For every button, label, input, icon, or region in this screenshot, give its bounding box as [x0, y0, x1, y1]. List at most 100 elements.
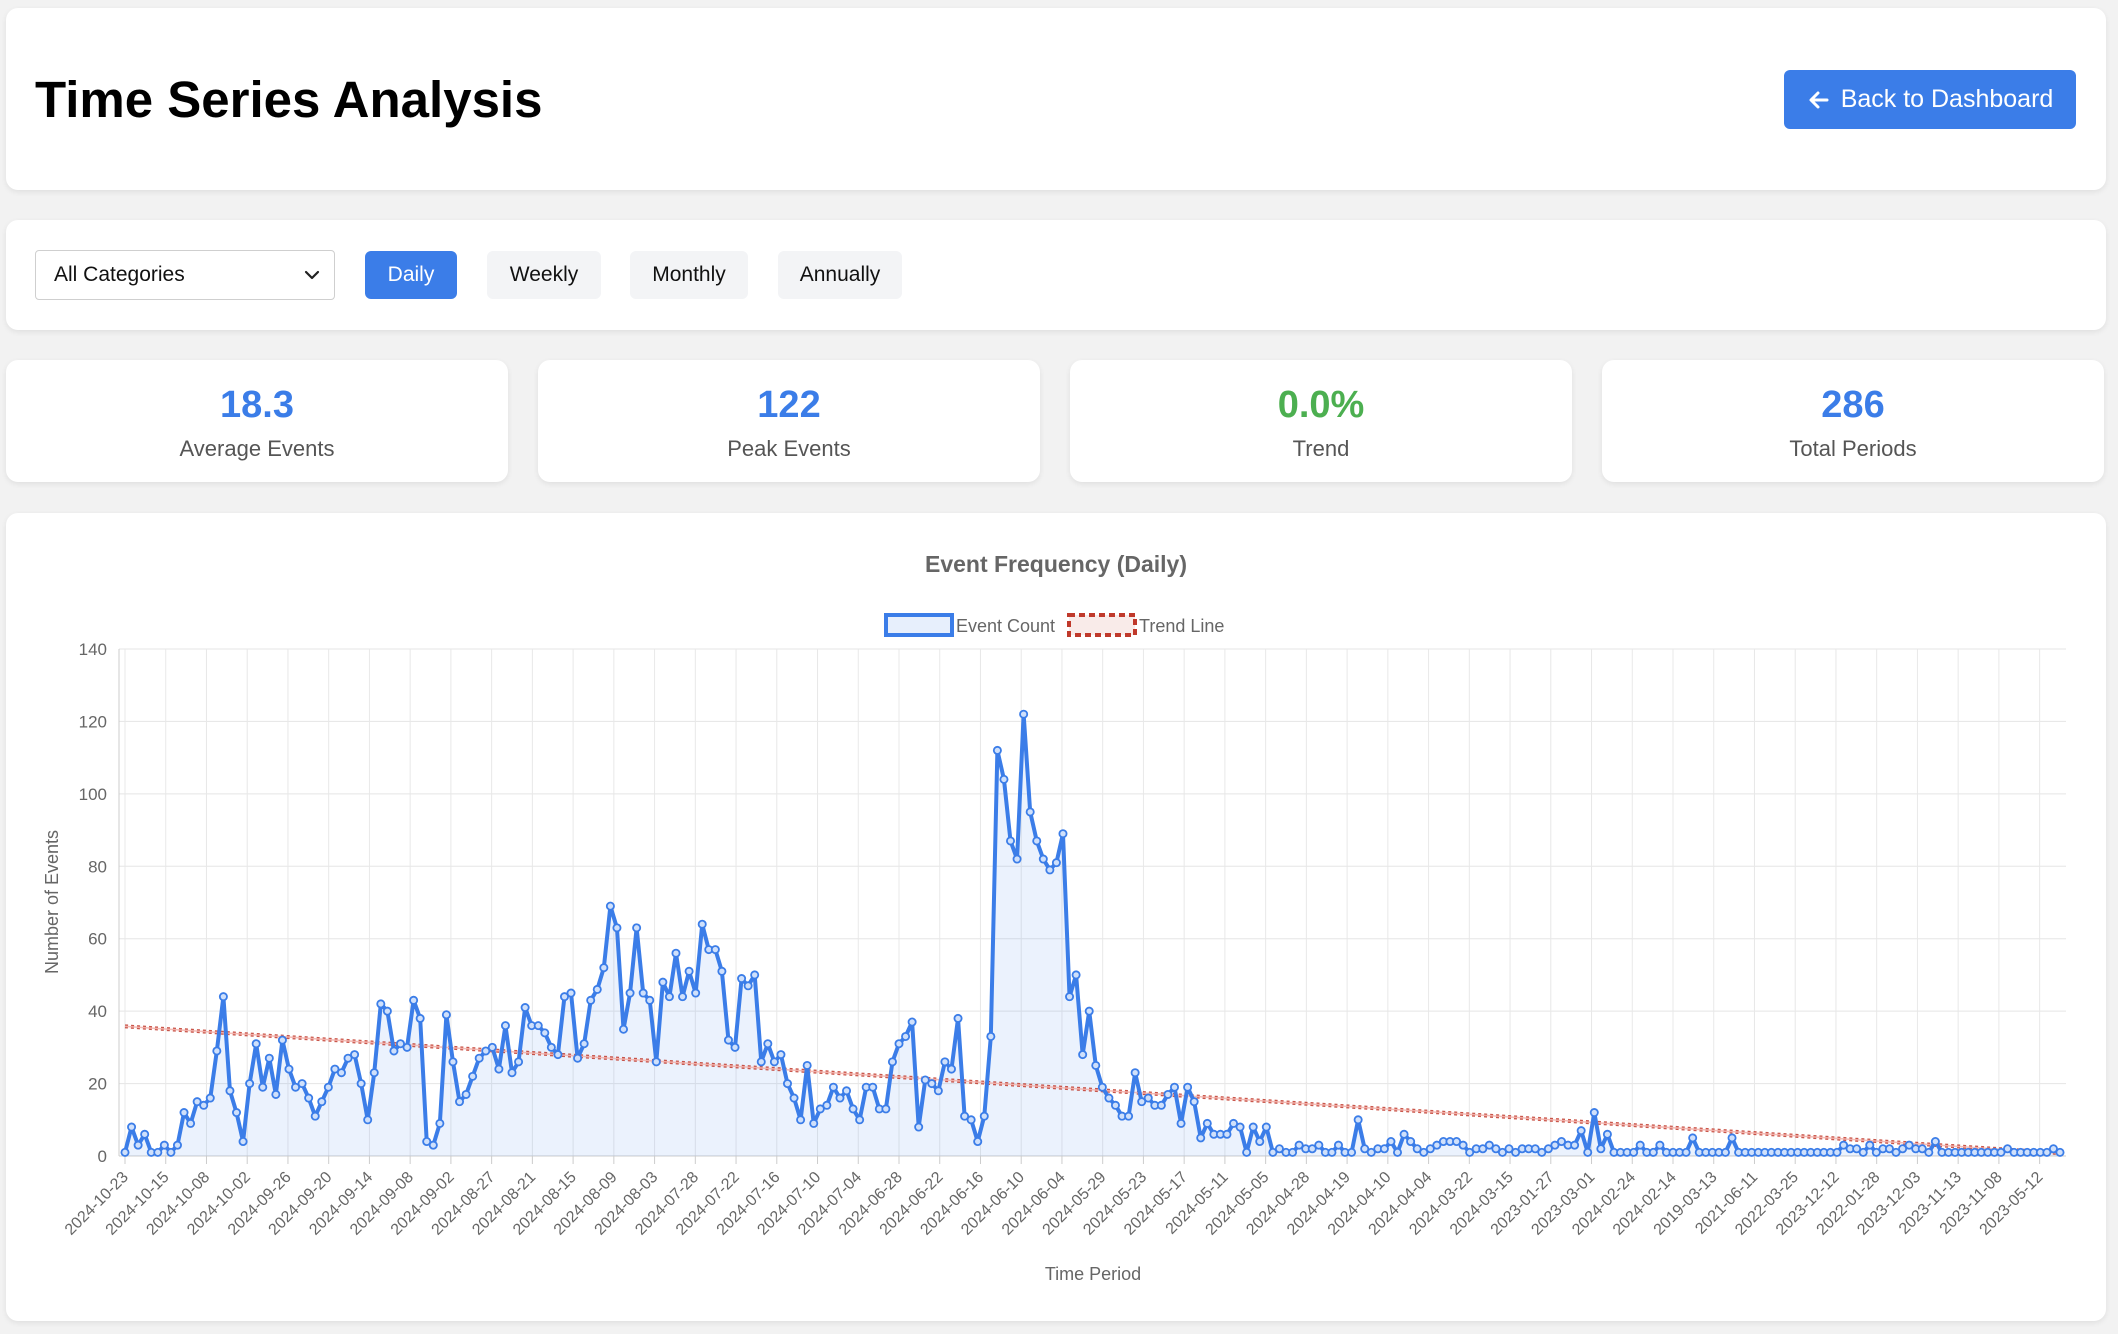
stat-value: 18.3: [220, 384, 294, 426]
stat-card-total-periods: 286 Total Periods: [1602, 360, 2104, 482]
data-point: [1235, 1122, 1245, 1132]
monthly-button[interactable]: Monthly: [630, 251, 748, 299]
data-point: [822, 1100, 832, 1110]
data-point: [927, 1079, 937, 1089]
data-point: [894, 1039, 904, 1049]
data-point: [323, 1082, 333, 1092]
data-point: [684, 966, 694, 976]
x-axis-title: Time Period: [1045, 1264, 1141, 1284]
data-point: [494, 1064, 504, 1074]
stat-value: 122: [757, 384, 821, 426]
weekly-button[interactable]: Weekly: [487, 251, 601, 299]
data-point: [1084, 1006, 1094, 1016]
y-tick-label: 60: [88, 930, 107, 949]
data-point: [914, 1122, 924, 1132]
data-point: [678, 992, 688, 1002]
data-point: [887, 1057, 897, 1067]
data-point: [1629, 1147, 1639, 1157]
data-point: [238, 1137, 248, 1147]
event-frequency-chart: Event Frequency (Daily) Event Count Trend …: [42, 551, 2066, 1284]
data-point: [258, 1082, 268, 1092]
data-point: [1156, 1100, 1166, 1110]
data-point: [1163, 1089, 1173, 1099]
data-point: [166, 1147, 176, 1157]
data-point: [376, 999, 386, 1009]
stat-value: 286: [1821, 384, 1885, 426]
data-point: [1865, 1140, 1875, 1150]
data-point: [389, 1046, 399, 1056]
data-point: [186, 1118, 196, 1128]
data-point: [1327, 1147, 1337, 1157]
data-point: [277, 1035, 287, 1045]
data-point: [599, 963, 609, 973]
data-point: [120, 1147, 130, 1157]
data-point: [232, 1108, 242, 1118]
data-point: [317, 1097, 327, 1107]
data-point: [435, 1118, 445, 1128]
data-point: [336, 1068, 346, 1078]
data-point: [1078, 1050, 1088, 1060]
data-point: [835, 1093, 845, 1103]
data-point: [645, 995, 655, 1005]
data-point: [1635, 1140, 1645, 1150]
stat-label: Peak Events: [727, 436, 851, 461]
data-point: [1058, 829, 1068, 839]
data-point: [271, 1089, 281, 1099]
data-point: [697, 919, 707, 929]
data-point: [789, 1093, 799, 1103]
data-point: [153, 1147, 163, 1157]
data-point: [441, 1010, 451, 1020]
data-point: [671, 948, 681, 958]
daily-button[interactable]: Daily: [365, 251, 457, 299]
data-point: [205, 1093, 215, 1103]
data-point: [809, 1118, 819, 1128]
data-point: [1255, 1137, 1265, 1147]
category-select-value: All Categories: [54, 263, 185, 286]
annually-button[interactable]: Annually: [778, 251, 902, 299]
data-point: [1393, 1147, 1403, 1157]
legend-swatch-trend-line: [1067, 613, 1137, 637]
data-point: [651, 1057, 661, 1067]
data-point: [546, 1042, 556, 1052]
back-button-label: Back to Dashboard: [1840, 85, 2054, 113]
data-point: [159, 1140, 169, 1150]
data-point: [658, 977, 668, 987]
data-point: [1071, 970, 1081, 980]
data-point: [1720, 1147, 1730, 1157]
stat-value: 0.0%: [1277, 384, 1365, 426]
header-card: Time Series Analysis Back to Dashboard: [6, 8, 2106, 190]
data-point: [468, 1071, 478, 1081]
data-point: [566, 988, 576, 998]
data-point: [1169, 1082, 1179, 1092]
data-point: [1143, 1093, 1153, 1103]
data-point: [1189, 1097, 1199, 1107]
data-point: [533, 1021, 543, 1031]
data-point: [1458, 1140, 1468, 1150]
data-point: [756, 1057, 766, 1067]
back-to-dashboard-button[interactable]: Back to Dashboard: [1784, 70, 2076, 129]
data-point: [632, 923, 642, 933]
data-point: [1570, 1140, 1580, 1150]
data-point: [1006, 836, 1016, 846]
data-point: [172, 1140, 182, 1150]
data-point: [284, 1064, 294, 1074]
data-point: [1019, 709, 1029, 719]
data-point: [1681, 1147, 1691, 1157]
data-point: [855, 1115, 865, 1125]
data-point: [1655, 1140, 1665, 1150]
data-point: [540, 1028, 550, 1038]
data-point: [868, 1082, 878, 1092]
data-point: [1176, 1118, 1186, 1128]
y-tick-label: 120: [79, 712, 107, 731]
category-select[interactable]: All Categories: [35, 250, 335, 300]
controls-card: All Categories Daily Weekly Monthly Annu…: [6, 220, 2106, 330]
data-point: [1032, 836, 1042, 846]
data-point: [415, 1013, 425, 1023]
y-tick-label: 140: [79, 640, 107, 659]
data-point: [1110, 1100, 1120, 1110]
stat-card-trend: 0.0% Trend: [1070, 360, 1572, 482]
data-point: [363, 1115, 373, 1125]
data-point: [1399, 1129, 1409, 1139]
data-point: [1051, 858, 1061, 868]
data-point: [310, 1111, 320, 1121]
